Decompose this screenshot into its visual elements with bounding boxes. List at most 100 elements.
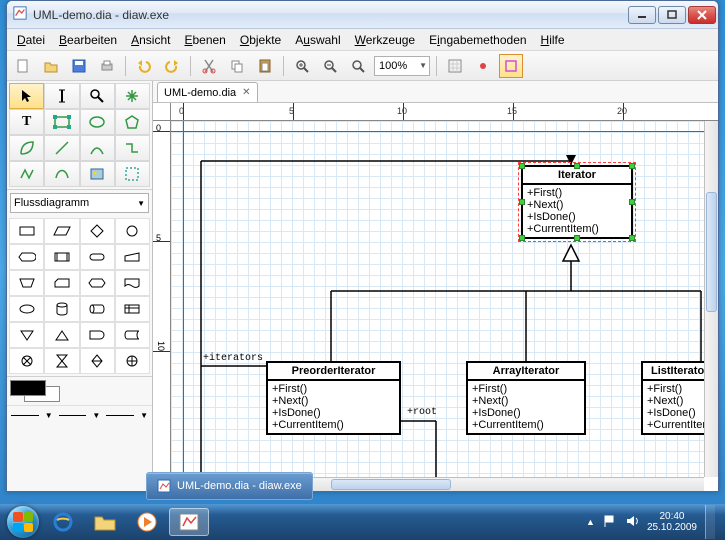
maximize-button[interactable] <box>658 6 686 24</box>
snap-object-button[interactable] <box>471 54 495 78</box>
tab-label: UML-demo.dia <box>164 87 236 99</box>
flowchart-manual-op[interactable] <box>9 270 44 296</box>
flowchart-sort[interactable] <box>80 348 115 374</box>
shape-category-dropdown[interactable]: Flussdiagramm ▼ <box>10 193 149 213</box>
outline-tool[interactable] <box>115 161 150 187</box>
menu-hilfe[interactable]: Hilfe <box>535 31 571 49</box>
uml-class-iterator[interactable]: Iterator +First() +Next() +IsDone() +Cur… <box>521 165 633 239</box>
uml-class-array[interactable]: ArrayIterator +First() +Next() +IsDone()… <box>466 361 586 435</box>
flowchart-predefined[interactable] <box>44 244 79 270</box>
arc-tool[interactable] <box>80 135 115 161</box>
snap-grid-button[interactable] <box>443 54 467 78</box>
taskbar-mediaplayer-icon[interactable] <box>127 508 167 536</box>
canvas-area: UML-demo.dia ✕ 0 5 10 15 20 25 0 5 10 <box>153 81 718 491</box>
fg-bg-swatch[interactable] <box>10 380 60 402</box>
open-button[interactable] <box>39 54 63 78</box>
flowchart-or[interactable] <box>115 348 150 374</box>
uml-class-preorder[interactable]: PreorderIterator +First() +Next() +IsDon… <box>266 361 401 435</box>
zoom-combo[interactable]: 100%▼ <box>374 56 430 76</box>
bezier-tool[interactable] <box>9 135 44 161</box>
zoom-fit-button[interactable] <box>346 54 370 78</box>
polygon-tool[interactable] <box>115 109 150 135</box>
flowchart-terminal[interactable] <box>80 244 115 270</box>
flowchart-merge[interactable] <box>9 322 44 348</box>
scroll-thumb[interactable] <box>706 192 717 312</box>
polyline-tool[interactable] <box>9 161 44 187</box>
redo-button[interactable] <box>160 54 184 78</box>
box-tool[interactable] <box>44 109 79 135</box>
flowchart-decision[interactable] <box>80 218 115 244</box>
menu-objekte[interactable]: Objekte <box>234 31 287 49</box>
flowchart-disk[interactable] <box>80 296 115 322</box>
line-tool[interactable] <box>44 135 79 161</box>
zoom-in-button[interactable] <box>290 54 314 78</box>
tab-close-icon[interactable]: ✕ <box>242 87 250 98</box>
taskbar-ie-icon[interactable] <box>43 508 83 536</box>
main-toolbar: 100%▼ <box>7 51 718 81</box>
uml-class-ops: +First() +Next() +IsDone() +CurrentItem(… <box>468 381 584 433</box>
tray-volume-icon[interactable] <box>625 514 639 531</box>
paste-button[interactable] <box>253 54 277 78</box>
flowchart-document[interactable] <box>115 270 150 296</box>
uml-class-ops: +First() +Next() +IsDone() +CurrentItem(… <box>523 185 631 237</box>
zoom-tool[interactable] <box>80 83 115 109</box>
flowchart-collate[interactable] <box>44 348 79 374</box>
undo-button[interactable] <box>132 54 156 78</box>
menu-eingabemethoden[interactable]: Eingabemethoden <box>423 31 532 49</box>
copy-button[interactable] <box>225 54 249 78</box>
start-button[interactable] <box>4 504 42 540</box>
save-button[interactable] <box>67 54 91 78</box>
tray-up-icon[interactable]: ▲ <box>586 517 595 527</box>
flowchart-extract[interactable] <box>44 322 79 348</box>
flowchart-parallelogram[interactable] <box>44 218 79 244</box>
uml-class-name: ListIterator <box>643 363 704 381</box>
uml-class-list[interactable]: ListIterator +First() +Next() +IsDone() … <box>641 361 704 435</box>
bezierline-tool[interactable] <box>44 161 79 187</box>
text-tool[interactable]: T <box>9 109 44 135</box>
tray-clock[interactable]: 20:40 25.10.2009 <box>647 511 697 533</box>
flowchart-process[interactable] <box>9 218 44 244</box>
menu-ansicht[interactable]: Ansicht <box>125 31 176 49</box>
flowchart-stored[interactable] <box>115 322 150 348</box>
show-desktop-button[interactable] <box>705 505 715 539</box>
document-tab[interactable]: UML-demo.dia ✕ <box>157 82 258 102</box>
menu-bearbeiten[interactable]: Bearbeiten <box>53 31 123 49</box>
taskbar-preview-button[interactable]: UML-demo.dia - diaw.exe <box>146 472 313 500</box>
menu-datei[interactable]: Datei <box>11 31 51 49</box>
menu-werkzeuge[interactable]: Werkzeuge <box>349 31 421 49</box>
close-button[interactable] <box>688 6 716 24</box>
scroll-thumb[interactable] <box>331 479 451 490</box>
flowchart-manual-input[interactable] <box>115 244 150 270</box>
window-title: UML-demo.dia - diaw.exe <box>33 8 628 22</box>
flowchart-ellipse[interactable] <box>9 296 44 322</box>
zigzag-tool[interactable] <box>115 135 150 161</box>
select-tool[interactable] <box>9 83 44 109</box>
taskbar-dia-icon[interactable] <box>169 508 209 536</box>
zoom-out-button[interactable] <box>318 54 342 78</box>
pan-tool[interactable] <box>115 83 150 109</box>
vertical-scrollbar[interactable] <box>704 121 718 477</box>
flowchart-display[interactable] <box>9 244 44 270</box>
flowchart-summing[interactable] <box>9 348 44 374</box>
flowchart-drum[interactable] <box>44 296 79 322</box>
canvas[interactable]: +iterators +root Iterator +First() +Next… <box>171 121 704 477</box>
cut-button[interactable] <box>197 54 221 78</box>
tray-flag-icon[interactable] <box>603 514 617 531</box>
flowchart-connector[interactable] <box>115 218 150 244</box>
flowchart-internal[interactable] <box>115 296 150 322</box>
line-style-row[interactable]: ▼ ▼ ▼ <box>7 405 152 425</box>
menu-ebenen[interactable]: Ebenen <box>178 31 231 49</box>
new-file-button[interactable] <box>11 54 35 78</box>
taskbar-explorer-icon[interactable] <box>85 508 125 536</box>
flowchart-preparation[interactable] <box>80 270 115 296</box>
flowchart-card[interactable] <box>44 270 79 296</box>
ellipse-tool[interactable] <box>80 109 115 135</box>
image-tool[interactable] <box>80 161 115 187</box>
titlebar[interactable]: UML-demo.dia - diaw.exe <box>7 1 718 29</box>
toggle-something-button[interactable] <box>499 54 523 78</box>
text-cursor-tool[interactable] <box>44 83 79 109</box>
menu-auswahl[interactable]: Auswahl <box>289 31 346 49</box>
minimize-button[interactable] <box>628 6 656 24</box>
print-button[interactable] <box>95 54 119 78</box>
flowchart-delay[interactable] <box>80 322 115 348</box>
